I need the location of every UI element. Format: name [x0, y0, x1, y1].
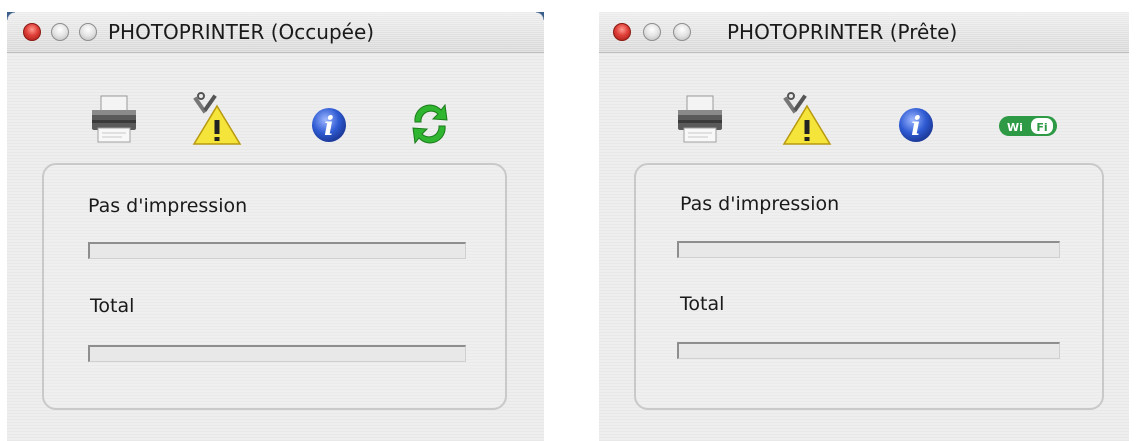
job-progress-label: Pas d'impression [680, 193, 840, 215]
refresh-icon[interactable] [405, 92, 455, 148]
title-bar[interactable]: PHOTOPRINTER (Occupée) [7, 12, 544, 53]
svg-text:i: i [324, 112, 334, 142]
wifi-icon[interactable]: Wi Fi [997, 92, 1059, 148]
zoom-button[interactable] [673, 23, 691, 41]
minimize-button[interactable] [643, 23, 661, 41]
minimize-button[interactable] [51, 23, 69, 41]
title-bar[interactable]: PHOTOPRINTER (Prête) [599, 12, 1129, 53]
zoom-button[interactable] [79, 23, 97, 41]
progress-panel: Pas d'impression Total [42, 163, 507, 410]
info-icon[interactable]: i [891, 92, 941, 148]
total-progress-label: Total [90, 295, 135, 317]
printer-icon[interactable] [89, 92, 139, 148]
window-title: PHOTOPRINTER (Occupée) [108, 20, 375, 44]
screenshot: PHOTOPRINTER (Occupée) i Pas d'impressio… [0, 0, 1138, 441]
wifi-icon-text-fi: Fi [1036, 121, 1047, 134]
wifi-icon-text-wi: Wi [1007, 121, 1023, 134]
svg-text:i: i [911, 112, 921, 142]
window-title: PHOTOPRINTER (Prête) [727, 20, 958, 44]
close-button[interactable] [23, 23, 41, 41]
job-progress-bar [677, 241, 1060, 258]
progress-panel: Pas d'impression Total [634, 163, 1104, 410]
close-button[interactable] [613, 23, 631, 41]
printer-window-busy: PHOTOPRINTER (Occupée) i Pas d'impressio… [7, 12, 544, 441]
printer-window-ready: PHOTOPRINTER (Prête) i Wi Fi Pas d'impre… [599, 12, 1129, 441]
maintenance-warning-icon[interactable] [782, 92, 832, 148]
total-progress-bar [677, 342, 1060, 359]
job-progress-label: Pas d'impression [88, 195, 248, 217]
info-icon[interactable]: i [304, 92, 354, 148]
job-progress-bar [88, 242, 466, 259]
total-progress-label: Total [680, 293, 725, 315]
total-progress-bar [88, 345, 466, 362]
printer-icon[interactable] [675, 92, 725, 148]
maintenance-warning-icon[interactable] [192, 92, 242, 148]
